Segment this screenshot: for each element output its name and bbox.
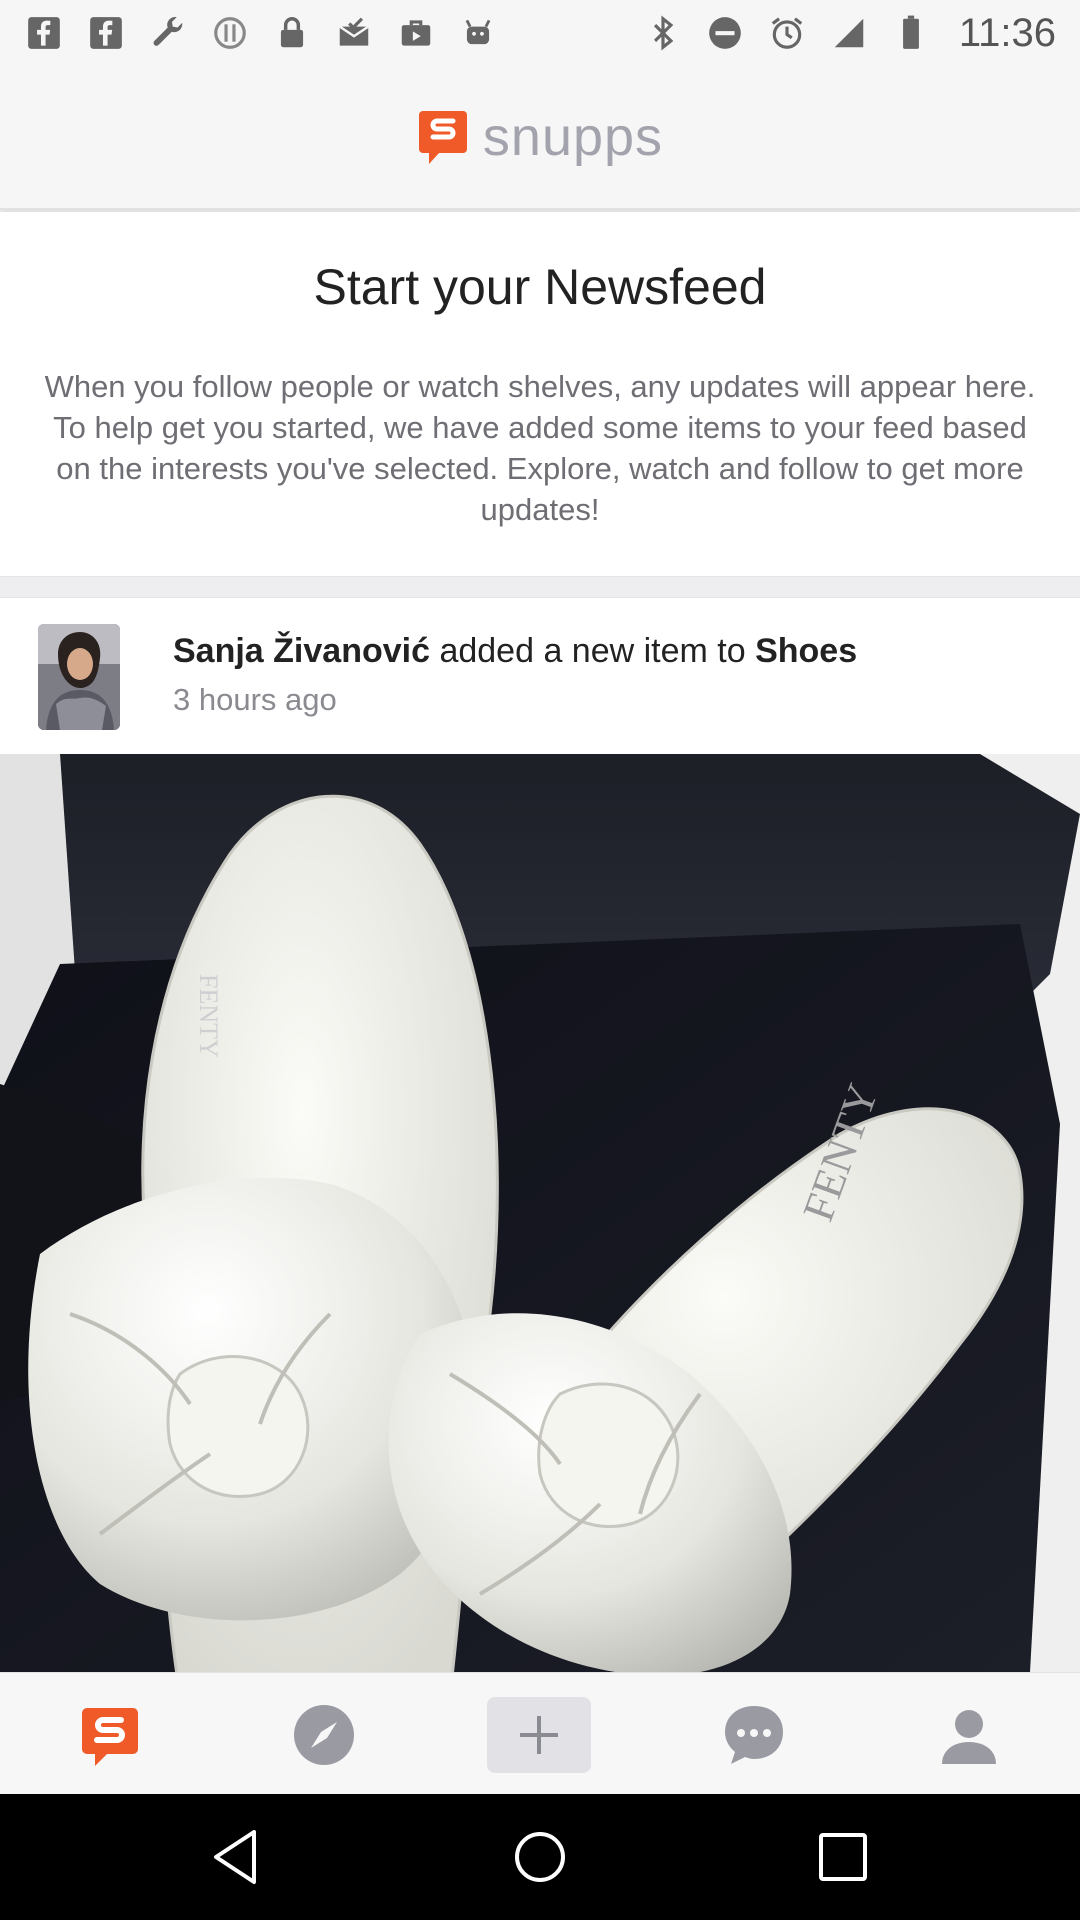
intro-body: When you follow people or watch shelves,… [44, 369, 1036, 527]
notification-icons [24, 13, 498, 53]
mail-check-icon [334, 13, 374, 53]
section-divider [0, 576, 1080, 598]
do-not-disturb-icon [705, 13, 745, 53]
avatar[interactable] [38, 624, 120, 730]
alarm-icon [767, 13, 807, 53]
back-icon[interactable] [204, 1824, 270, 1890]
intro-title: Start your Newsfeed [313, 259, 767, 315]
nav-add-button[interactable] [487, 1697, 591, 1773]
signal-icon [829, 13, 869, 53]
facebook-icon [86, 13, 126, 53]
bluetooth-icon [643, 13, 683, 53]
snupps-logo-icon [418, 111, 467, 164]
brand-logo: snupps [417, 106, 663, 168]
feed-action-text: added a new item to [430, 632, 756, 670]
android-icon [458, 13, 498, 53]
nav-home-button[interactable] [58, 1697, 162, 1773]
circle-info-icon [210, 13, 250, 53]
battery-icon [891, 13, 931, 53]
feed-time: 3 hours ago [173, 682, 337, 717]
brand-name: snupps [482, 107, 664, 167]
wrench-icon [148, 13, 188, 53]
status-time: 11:36 [958, 10, 1056, 55]
feed-headline: Sanja Živanović added a new item to Shoe… [173, 632, 857, 671]
briefcase-icon [396, 13, 436, 53]
item-photo[interactable]: FENTY FENTY [0, 754, 1080, 1672]
nav-explore-button[interactable] [272, 1697, 376, 1773]
compass-icon [294, 1705, 354, 1765]
plus-icon [520, 1716, 558, 1754]
newsfeed-intro: Start your Newsfeed When you follow peop… [0, 212, 1080, 576]
person-icon [942, 1710, 996, 1764]
chat-icon [725, 1706, 783, 1764]
app-header: snupps [0, 66, 1080, 210]
system-status: 11:36 [643, 11, 1056, 56]
svg-text:FENTY: FENTY [194, 974, 223, 1058]
recents-icon[interactable] [810, 1824, 876, 1890]
home-icon[interactable] [507, 1824, 573, 1890]
feed-item[interactable]: Sanja Živanović added a new item to Shoe… [0, 598, 1080, 754]
nav-messages-button[interactable] [702, 1697, 806, 1773]
lock-icon [272, 13, 312, 53]
snupps-logo-icon [82, 1708, 138, 1766]
feed-shelf-name[interactable]: Shoes [755, 632, 857, 670]
nav-profile-button[interactable] [917, 1697, 1021, 1773]
status-bar: 11:36 [0, 0, 1080, 66]
facebook-icon [24, 13, 64, 53]
system-navigation-bar [0, 1794, 1080, 1920]
bottom-nav [0, 1672, 1080, 1794]
feed-user-name[interactable]: Sanja Živanović [173, 632, 430, 670]
